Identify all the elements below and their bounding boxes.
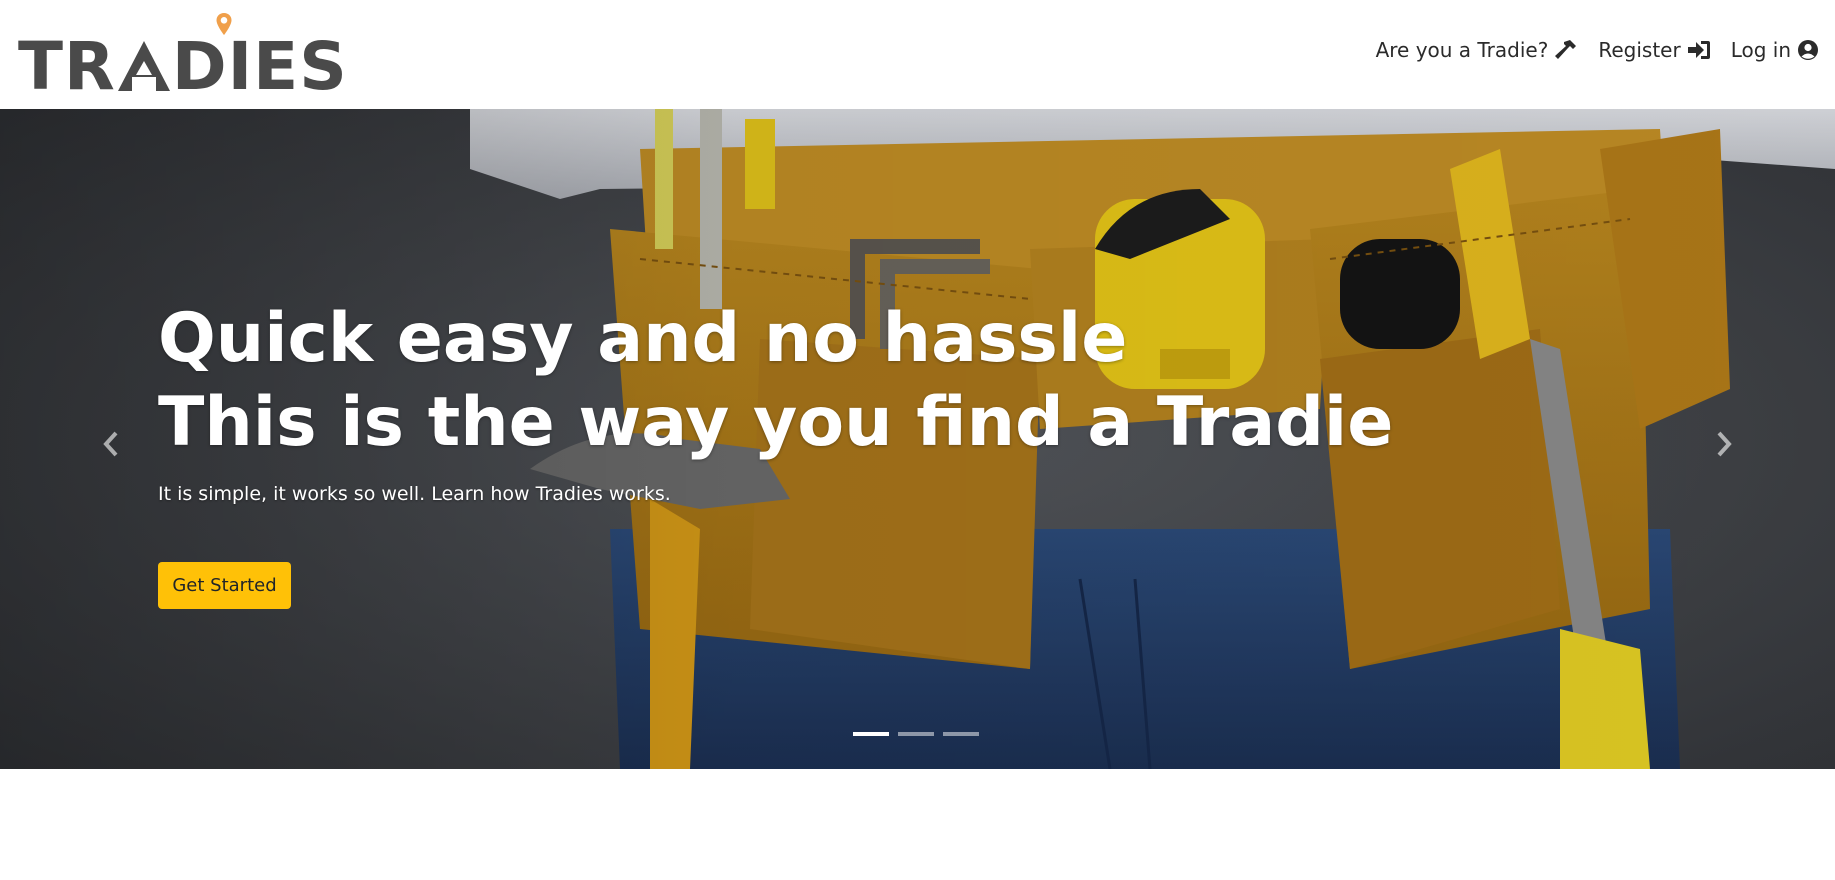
chevron-right-icon <box>1717 431 1732 457</box>
carousel-indicator-2[interactable] <box>898 732 934 736</box>
sign-in-icon <box>1687 41 1710 59</box>
hero-carousel: Quick easy and no hassle This is the way… <box>0 109 1835 769</box>
nav-login-label: Log in <box>1730 38 1791 62</box>
carousel-next-button[interactable] <box>1709 424 1739 464</box>
get-started-button[interactable]: Get Started <box>158 562 291 609</box>
brand-wordmark: TR DIES <box>18 28 348 105</box>
carousel-indicator-1[interactable] <box>853 732 889 736</box>
carousel-prev-button[interactable] <box>96 424 126 464</box>
hero-headline-line2: This is the way you find a Tradie <box>158 383 1394 462</box>
nav-links: Are you a Tradie? Register Log in <box>1376 38 1819 62</box>
nav-tradie-label: Are you a Tradie? <box>1375 38 1549 62</box>
chevron-left-icon <box>103 431 118 457</box>
hero-caption: Quick easy and no hassle This is the way… <box>158 297 1393 505</box>
hero-subline: It is simple, it works so well. Learn ho… <box>158 483 671 505</box>
hero-headline: Quick easy and no hassle This is the way… <box>158 297 1393 465</box>
brand-logo[interactable]: TR DIES <box>18 8 348 100</box>
hammer-icon <box>1555 40 1577 59</box>
carousel-indicator-3[interactable] <box>943 732 979 736</box>
user-circle-icon <box>1798 40 1818 60</box>
house-a-glyph <box>116 37 172 91</box>
navbar: TR DIES Are you a Tradie? Register Log in <box>0 0 1835 109</box>
location-pin-icon <box>216 13 232 35</box>
nav-tradie-link[interactable]: Are you a Tradie? <box>1376 38 1579 62</box>
nav-register-label: Register <box>1598 38 1681 62</box>
hero-headline-line1: Quick easy and no hassle <box>158 299 1128 378</box>
nav-login-link[interactable]: Log in <box>1731 38 1819 62</box>
nav-register-link[interactable]: Register <box>1598 38 1710 62</box>
carousel-indicators <box>853 732 979 736</box>
